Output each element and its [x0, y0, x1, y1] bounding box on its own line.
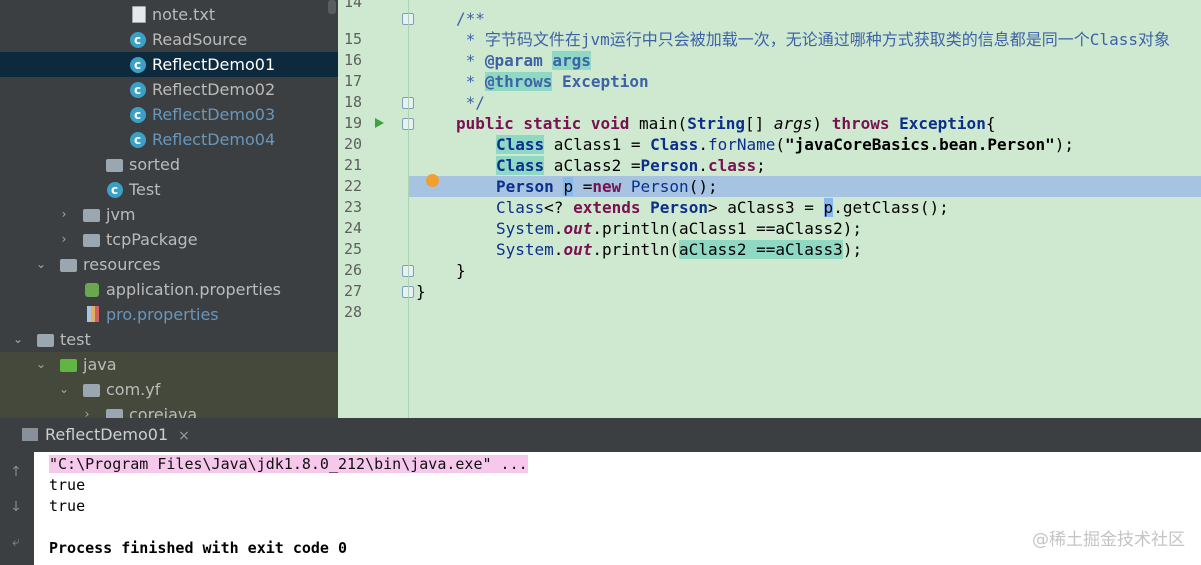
tree-item-sorted[interactable]: sorted — [0, 152, 338, 177]
console-line: "C:\Program Files\Java\jdk1.8.0_212\bin\… — [49, 455, 528, 473]
close-icon[interactable]: × — [178, 428, 190, 444]
run-toolbar: ↑ ↓ ⤶ — [0, 452, 34, 565]
code-line-16[interactable]: * @param args — [456, 50, 591, 71]
arrow-down-icon[interactable]: ↓ — [8, 499, 24, 515]
console-line: true — [49, 497, 86, 515]
tree-scrollbar[interactable] — [328, 0, 336, 14]
arrow-up-icon[interactable]: ↑ — [8, 464, 24, 480]
tree-item-com-yf[interactable]: ⌄ com.yf — [0, 377, 338, 402]
chevron-right-icon[interactable]: › — [81, 402, 93, 418]
folder-icon — [37, 334, 54, 347]
test-source-folder-icon — [60, 359, 77, 372]
console-exit-line: Process finished with exit code 0 — [49, 539, 348, 557]
code-line-25[interactable]: System.out.println(aClass2 ==aClass3); — [496, 239, 862, 260]
watermark: @稀土掘金技术社区 — [1032, 530, 1185, 550]
line-number: 23 — [343, 198, 362, 216]
project-tree[interactable]: note.txt ReadSource ReflectDemo01 Reflec… — [0, 0, 338, 418]
java-class-icon — [130, 78, 146, 103]
code-line-14[interactable]: /** — [456, 8, 485, 29]
tree-item-jvm[interactable]: › jvm — [0, 202, 338, 227]
chevron-down-icon[interactable]: ⌄ — [12, 327, 24, 352]
line-number: 21 — [343, 156, 362, 174]
code-line-23[interactable]: Class<? extends Person> aClass3 = p.getC… — [496, 197, 949, 218]
line-number: 15 — [343, 30, 362, 48]
tree-item-reflectdemo02[interactable]: ReflectDemo02 — [0, 77, 338, 103]
package-icon — [106, 409, 123, 418]
run-console[interactable]: "C:\Program Files\Java\jdk1.8.0_212\bin\… — [34, 452, 1201, 565]
line-number: 14 — [343, 0, 362, 11]
code-line-22[interactable]: Person p =new Person(); — [496, 176, 718, 197]
code-line-19[interactable]: public static void main(String[] args) t… — [456, 113, 995, 134]
java-class-icon — [107, 178, 123, 203]
code-line-24[interactable]: System.out.println(aClass1 ==aClass2); — [496, 218, 862, 239]
code-line-20[interactable]: Class aClass1 = Class.forName("javaCoreB… — [496, 134, 1074, 155]
tree-item-reflectdemo04[interactable]: ReflectDemo04 — [0, 127, 338, 153]
tree-item-readsource[interactable]: ReadSource — [0, 27, 338, 53]
tree-item-pro-properties[interactable]: pro.properties — [0, 302, 338, 327]
console-line: true — [49, 476, 86, 494]
run-gutter-icon[interactable] — [375, 118, 384, 128]
folder-icon — [106, 159, 123, 172]
code-line-27[interactable]: } — [416, 281, 426, 302]
package-icon — [83, 384, 100, 397]
line-number: 20 — [343, 135, 362, 153]
code-line-18[interactable]: */ — [456, 92, 485, 113]
line-number: 19 — [343, 114, 362, 132]
java-class-icon — [130, 103, 146, 128]
line-number: 17 — [343, 72, 362, 90]
java-class-icon — [130, 53, 146, 78]
tree-item-tcppackage[interactable]: › tcpPackage — [0, 227, 338, 252]
chevron-down-icon[interactable]: ⌄ — [35, 352, 47, 377]
spring-properties-icon — [85, 283, 99, 297]
chevron-right-icon[interactable]: › — [58, 227, 70, 252]
chevron-down-icon[interactable]: ⌄ — [58, 377, 70, 402]
code-line-21[interactable]: Class aClass2 =Person.class; — [496, 155, 766, 176]
line-number: 16 — [343, 51, 362, 69]
line-number: 26 — [343, 261, 362, 279]
intention-bulb-icon[interactable] — [426, 174, 439, 187]
tree-item-java[interactable]: ⌄ java — [0, 352, 338, 377]
text-file-icon — [132, 6, 146, 23]
run-tab-reflectdemo01[interactable]: ReflectDemo01 × — [22, 418, 190, 452]
tree-item-application-properties[interactable]: application.properties — [0, 277, 338, 302]
tree-item-reflectdemo01[interactable]: ReflectDemo01 — [0, 52, 338, 78]
code-line-17[interactable]: * @throws Exception — [456, 71, 649, 92]
line-number: 25 — [343, 240, 362, 258]
tree-item-corejava[interactable]: › corejava — [0, 402, 338, 418]
resources-folder-icon — [60, 259, 77, 272]
run-config-icon — [22, 428, 38, 441]
java-class-icon — [130, 28, 146, 53]
gutter-divider — [408, 0, 409, 418]
line-number: 22 — [343, 177, 362, 195]
package-icon — [83, 234, 100, 247]
tree-item-resources[interactable]: ⌄ resources — [0, 252, 338, 277]
line-number: 24 — [343, 219, 362, 237]
code-line-26[interactable]: } — [456, 260, 466, 281]
chevron-right-icon[interactable]: › — [58, 202, 70, 227]
tree-item-reflectdemo03[interactable]: ReflectDemo03 — [0, 102, 338, 128]
tree-item-test-class[interactable]: Test — [0, 177, 338, 203]
wrap-text-icon[interactable]: ⤶ — [8, 534, 24, 550]
run-tool-window-header: ReflectDemo01 × — [0, 418, 1201, 452]
code-line-15[interactable]: * 字节码文件在jvm运行中只会被加载一次，无论通过哪种方式获取类的信息都是同一… — [456, 29, 1170, 50]
tree-item-note-txt[interactable]: note.txt — [0, 2, 338, 27]
editor-gutter[interactable]: 14 15 16 17 18 19 20 21 22 23 24 25 26 2… — [338, 0, 414, 418]
tree-item-test-folder[interactable]: ⌄ test — [0, 327, 338, 352]
java-class-icon — [130, 128, 146, 153]
properties-file-icon — [87, 306, 99, 322]
chevron-down-icon[interactable]: ⌄ — [35, 252, 47, 277]
line-number: 18 — [343, 93, 362, 111]
package-icon — [83, 209, 100, 222]
current-line-highlight — [338, 176, 1201, 197]
line-number: 27 — [343, 282, 362, 300]
code-editor[interactable]: 14 15 16 17 18 19 20 21 22 23 24 25 26 2… — [338, 0, 1201, 418]
line-number: 28 — [343, 303, 362, 321]
